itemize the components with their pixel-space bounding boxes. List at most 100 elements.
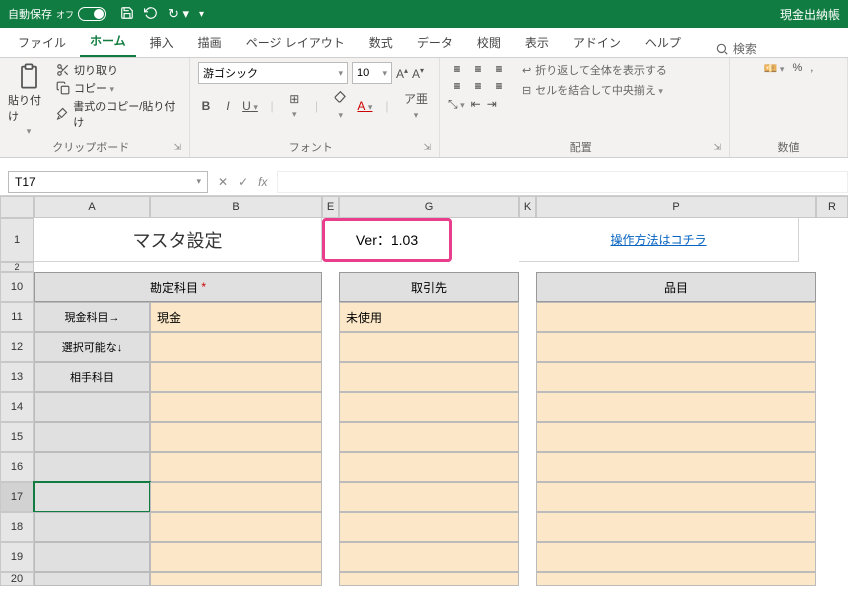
- cell[interactable]: [339, 332, 519, 362]
- font-expand-icon[interactable]: ⇲: [423, 142, 431, 153]
- cell[interactable]: [519, 512, 536, 542]
- toggle-switch-icon[interactable]: [78, 7, 106, 21]
- cell[interactable]: [339, 542, 519, 572]
- cell[interactable]: [536, 332, 816, 362]
- cell[interactable]: [502, 218, 519, 262]
- selected-cell[interactable]: [34, 482, 150, 512]
- cell[interactable]: [519, 302, 536, 332]
- cell[interactable]: [816, 302, 848, 332]
- cell[interactable]: [536, 512, 816, 542]
- wrap-text-button[interactable]: ↩折り返して全体を表示する: [522, 62, 667, 78]
- cell[interactable]: [150, 392, 322, 422]
- font-family-select[interactable]: 游ゴシック▾: [198, 62, 348, 84]
- cell[interactable]: [519, 482, 536, 512]
- cell[interactable]: [339, 392, 519, 422]
- cell[interactable]: [519, 392, 536, 422]
- version-cell[interactable]: Ver：1.03: [322, 218, 452, 262]
- cell[interactable]: [322, 482, 339, 512]
- cell[interactable]: [536, 482, 816, 512]
- decrease-font-icon[interactable]: A▾: [412, 66, 424, 81]
- partner-header[interactable]: 取引先: [339, 272, 519, 302]
- align-center-icon[interactable]: ≡: [469, 79, 487, 93]
- partner-value[interactable]: 未使用: [339, 302, 519, 332]
- cell[interactable]: [322, 452, 339, 482]
- help-link[interactable]: 操作方法はコチラ: [519, 218, 799, 262]
- cell[interactable]: [816, 272, 848, 302]
- cell[interactable]: [519, 452, 536, 482]
- cell[interactable]: [816, 542, 848, 572]
- cell[interactable]: [536, 422, 816, 452]
- cut-button[interactable]: 切り取り: [56, 62, 181, 78]
- cell[interactable]: [322, 512, 339, 542]
- font-color-button[interactable]: A: [357, 99, 373, 113]
- italic-button[interactable]: I: [220, 99, 236, 113]
- row-header[interactable]: 16: [0, 452, 34, 482]
- row-header[interactable]: 18: [0, 512, 34, 542]
- fill-color-button[interactable]: [331, 90, 351, 121]
- account-header[interactable]: 勘定科目 *: [34, 272, 322, 302]
- item-value[interactable]: [536, 302, 816, 332]
- redo-icon[interactable]: ↻ ▾: [168, 6, 189, 22]
- cell[interactable]: [536, 452, 816, 482]
- comma-button[interactable]: ,: [810, 62, 813, 75]
- cell[interactable]: [34, 572, 150, 586]
- border-button[interactable]: ⊞: [286, 92, 303, 120]
- cell[interactable]: [322, 542, 339, 572]
- cell[interactable]: [34, 452, 150, 482]
- currency-button[interactable]: 💴: [764, 62, 785, 75]
- cell[interactable]: [816, 422, 848, 452]
- save-icon[interactable]: [120, 6, 134, 23]
- counterpart-label[interactable]: 相手科目: [34, 362, 150, 392]
- cell[interactable]: [150, 362, 322, 392]
- col-header[interactable]: B: [150, 196, 322, 218]
- align-middle-icon[interactable]: ≡: [469, 62, 487, 76]
- row-header[interactable]: 2: [0, 262, 34, 272]
- align-top-icon[interactable]: ≡: [448, 62, 466, 76]
- cell[interactable]: [519, 362, 536, 392]
- search-button[interactable]: 検索: [715, 40, 757, 57]
- clipboard-expand-icon[interactable]: ⇲: [173, 142, 181, 153]
- merge-cells-button[interactable]: ⊟セルを結合して中央揃え: [522, 82, 667, 98]
- col-header[interactable]: P: [536, 196, 816, 218]
- cell[interactable]: [452, 218, 502, 262]
- align-expand-icon[interactable]: ⇲: [713, 142, 721, 153]
- col-header[interactable]: R: [816, 196, 848, 218]
- cell[interactable]: [34, 512, 150, 542]
- row-header[interactable]: 17: [0, 482, 34, 512]
- cell[interactable]: [799, 218, 831, 262]
- cell[interactable]: [536, 542, 816, 572]
- qat-more-icon[interactable]: ▾: [199, 9, 204, 20]
- cell[interactable]: [34, 262, 848, 272]
- cell[interactable]: [150, 512, 322, 542]
- cell[interactable]: [339, 422, 519, 452]
- row-header[interactable]: 13: [0, 362, 34, 392]
- indent-increase-icon[interactable]: ⇥: [487, 97, 497, 112]
- underline-button[interactable]: U: [242, 99, 258, 113]
- cell[interactable]: [519, 542, 536, 572]
- formula-input[interactable]: [277, 171, 848, 193]
- tab-help[interactable]: ヘルプ: [635, 28, 691, 57]
- cell[interactable]: [536, 392, 816, 422]
- cell[interactable]: [816, 452, 848, 482]
- cell[interactable]: [150, 482, 322, 512]
- row-header[interactable]: 20: [0, 572, 34, 586]
- cell[interactable]: [519, 272, 536, 302]
- cell[interactable]: [339, 512, 519, 542]
- cell[interactable]: [150, 422, 322, 452]
- fx-icon[interactable]: fx: [258, 175, 267, 189]
- cell[interactable]: [536, 572, 816, 586]
- cell[interactable]: [150, 542, 322, 572]
- row-header[interactable]: 14: [0, 392, 34, 422]
- percent-button[interactable]: %: [792, 62, 802, 75]
- cell[interactable]: [322, 362, 339, 392]
- cell[interactable]: [150, 452, 322, 482]
- phonetic-button[interactable]: ア亜: [401, 90, 431, 121]
- cell[interactable]: [816, 332, 848, 362]
- orientation-button[interactable]: ⤡: [448, 97, 465, 112]
- cancel-icon[interactable]: ✕: [218, 175, 228, 189]
- cell[interactable]: [150, 332, 322, 362]
- cell[interactable]: [816, 512, 848, 542]
- enter-icon[interactable]: ✓: [238, 175, 248, 189]
- item-header[interactable]: 品目: [536, 272, 816, 302]
- indent-decrease-icon[interactable]: ⇤: [471, 97, 481, 112]
